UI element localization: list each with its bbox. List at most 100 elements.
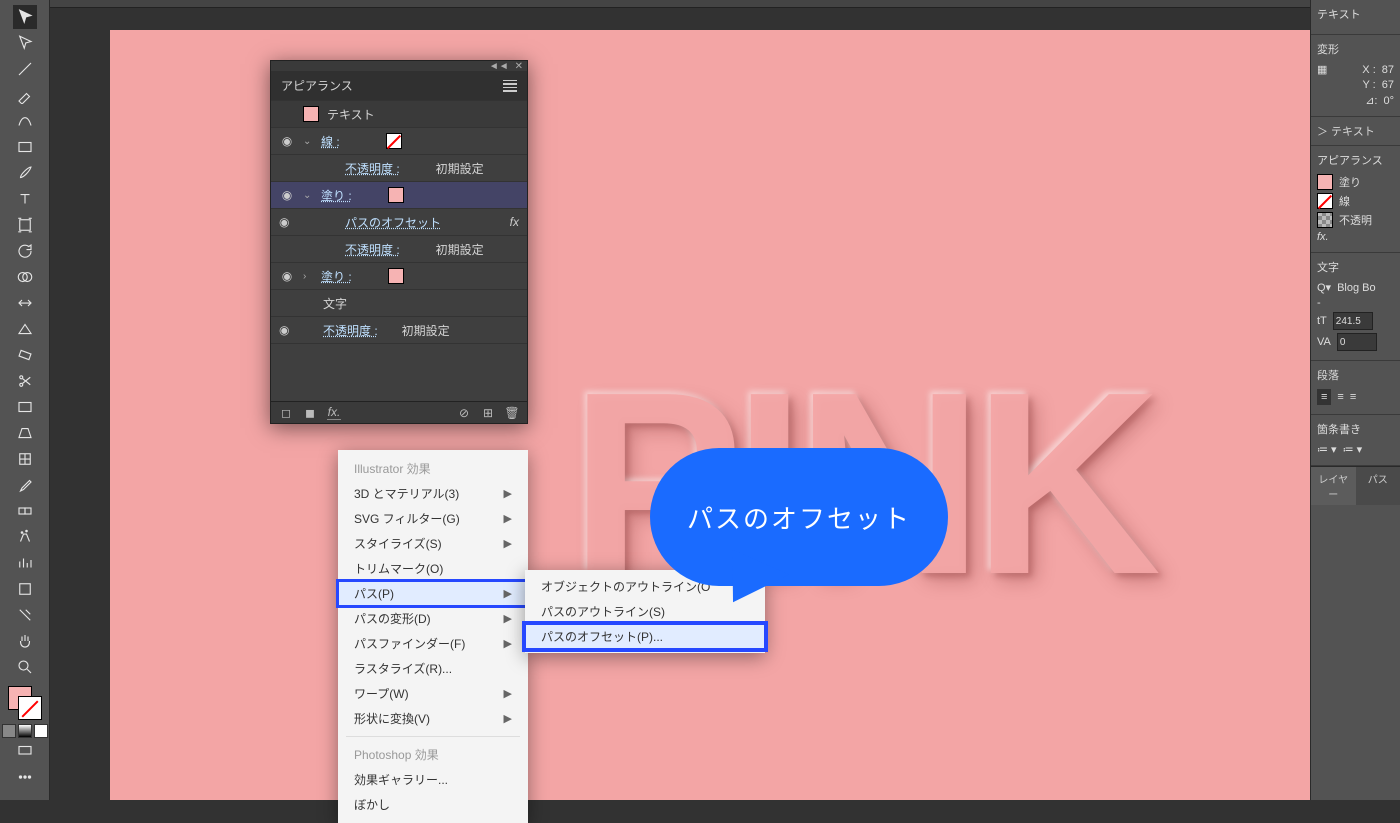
submenu-item[interactable]: パスのオフセット(P)... (525, 624, 765, 649)
menu-item[interactable]: SVG フィルター(G)▶ (338, 506, 528, 531)
visibility-icon[interactable]: ◉ (279, 133, 295, 149)
blend-tool[interactable] (13, 499, 37, 523)
fx-indicator-icon[interactable]: fx (510, 215, 519, 229)
eyedropper-tool[interactable] (13, 473, 37, 497)
stroke-row[interactable]: ◉ ⌄ 線 : (271, 127, 527, 154)
color-mode-solid[interactable] (2, 724, 16, 738)
menu-item[interactable]: パスファインダー(F)▶ (338, 631, 528, 656)
number-list-icon[interactable]: ≔ ▾ (1343, 443, 1363, 456)
fill-stroke-swatches[interactable] (8, 686, 42, 720)
panel-titlebar[interactable]: ◄◄ ✕ (271, 61, 527, 71)
font-value[interactable]: Blog Bo (1337, 282, 1376, 294)
search-icon[interactable]: Q▾ (1317, 281, 1331, 294)
slice-tool[interactable] (13, 603, 37, 627)
duplicate-icon[interactable]: ⊞ (481, 406, 495, 420)
fill-label[interactable]: 塗り : (321, 268, 352, 285)
color-mode-gradient[interactable] (18, 724, 32, 738)
gradient-tool[interactable] (13, 395, 37, 419)
visibility-icon[interactable]: ◉ (279, 215, 289, 229)
opacity-label[interactable]: 不透明度 : (345, 241, 400, 258)
panel-collapse-icon[interactable]: ◄◄ (489, 61, 509, 72)
knockout-icon[interactable]: ◼ (303, 406, 317, 420)
free-transform-tool[interactable] (13, 213, 37, 237)
font-size-input[interactable] (1333, 312, 1373, 330)
fill-swatch[interactable] (388, 187, 404, 203)
align-left-icon[interactable]: ≡ (1317, 389, 1331, 405)
column-graph-tool[interactable] (13, 551, 37, 575)
menu-item[interactable]: 3D とマテリアル(3)▶ (338, 481, 528, 506)
x-value[interactable]: 87 (1382, 64, 1394, 76)
menu-item[interactable]: トリムマーク(O) (338, 556, 528, 581)
menu-item[interactable]: ワープ(W)▶ (338, 681, 528, 706)
scissors-tool[interactable] (13, 369, 37, 393)
fill-label[interactable]: 塗り : (321, 187, 352, 204)
appearance-target-row[interactable]: テキスト (271, 100, 527, 127)
appearance-panel[interactable]: ◄◄ ✕ アピアランス テキスト ◉ ⌄ 線 : 不透明度 : (270, 60, 528, 424)
fill1-row[interactable]: ◉ ⌄ 塗り : (271, 181, 527, 208)
symbol-sprayer-tool[interactable] (13, 525, 37, 549)
fill2-row[interactable]: ◉ › 塗り : (271, 262, 527, 289)
color-mode-none[interactable] (34, 724, 48, 738)
menu-item[interactable]: スタイライズ(S)▶ (338, 531, 528, 556)
y-value[interactable]: 67 (1382, 79, 1394, 91)
fx-context-menu[interactable]: Illustrator 効果 3D とマテリアル(3)▶SVG フィルター(G)… (338, 450, 528, 823)
selection-tool[interactable] (13, 5, 37, 29)
isolate-icon[interactable]: ◻ (279, 406, 293, 420)
menu-item[interactable]: パスの変形(D)▶ (338, 606, 528, 631)
obj-opacity-row[interactable]: ◉ 不透明度 : 初期設定 (271, 316, 527, 343)
align-right-icon[interactable]: ≡ (1350, 391, 1356, 403)
offset-effect-row[interactable]: ◉ パスのオフセット fx (271, 208, 527, 235)
stroke-swatch[interactable] (386, 133, 402, 149)
visibility-icon[interactable]: ◉ (279, 323, 289, 337)
characters-row[interactable]: 文字 (271, 289, 527, 316)
reference-point-icon[interactable]: ▦ (1317, 63, 1327, 76)
visibility-icon[interactable]: ◉ (279, 187, 295, 203)
type-tool[interactable] (13, 187, 37, 211)
fill1-opacity-row[interactable]: 不透明度 : 初期設定 (271, 235, 527, 262)
fill-swatch[interactable] (388, 268, 404, 284)
opacity-swatch[interactable] (1317, 212, 1333, 228)
current-stroke-swatch[interactable] (18, 696, 42, 720)
expand-icon[interactable]: ⌄ (303, 190, 313, 201)
submenu-item[interactable]: パスのアウトライン(S) (525, 599, 765, 624)
fx-menu-icon[interactable]: fx. (327, 406, 341, 420)
offset-label[interactable]: パスのオフセット (345, 214, 441, 231)
opacity-label[interactable]: 不透明度 : (345, 160, 400, 177)
screen-mode-tool[interactable] (13, 739, 37, 763)
text-expand-label[interactable]: ＞ テキスト (1317, 123, 1394, 139)
font-style[interactable]: - (1317, 297, 1321, 309)
paintbrush-tool[interactable] (13, 161, 37, 185)
artboard-tool[interactable] (13, 577, 37, 601)
clear-appearance-icon[interactable]: ⊘ (457, 406, 471, 420)
width-tool[interactable] (13, 291, 37, 315)
direct-selection-tool[interactable] (13, 31, 37, 55)
rectangle-tool[interactable] (13, 135, 37, 159)
panel-menu-icon[interactable] (503, 80, 517, 92)
visibility-icon[interactable]: ◉ (279, 268, 295, 284)
tab-paths[interactable]: パス (1356, 467, 1400, 505)
align-center-icon[interactable]: ≡ (1337, 391, 1343, 403)
appearance-tab[interactable]: アピアランス (281, 77, 353, 94)
bullet-list-icon[interactable]: ≔ ▾ (1317, 443, 1337, 456)
shaper-tool[interactable] (13, 317, 37, 341)
expand-icon[interactable]: › (303, 271, 313, 282)
fx-button[interactable]: fx. (1317, 231, 1329, 243)
eraser-tool[interactable] (13, 343, 37, 367)
stroke-opacity-row[interactable]: 不透明度 : 初期設定 (271, 154, 527, 181)
rotate-tool[interactable] (13, 239, 37, 263)
zoom-tool[interactable] (13, 655, 37, 679)
menu-item[interactable]: 効果ギャラリー... (338, 767, 528, 792)
menu-item[interactable]: パス(P)▶ (338, 581, 528, 606)
stroke-swatch[interactable] (1317, 193, 1333, 209)
fill-swatch[interactable] (1317, 174, 1333, 190)
opacity-label[interactable]: 不透明度 : (323, 322, 378, 339)
menu-item[interactable]: 形状に変換(V)▶ (338, 706, 528, 731)
pen-tool[interactable] (13, 83, 37, 107)
panel-close-icon[interactable]: ✕ (515, 61, 523, 72)
perspective-tool[interactable] (13, 421, 37, 445)
shape-builder-tool[interactable] (13, 265, 37, 289)
curvature-tool[interactable] (13, 109, 37, 133)
tab-layers[interactable]: レイヤー (1311, 467, 1356, 505)
mesh-tool[interactable] (13, 447, 37, 471)
expand-icon[interactable]: ⌄ (303, 136, 313, 147)
